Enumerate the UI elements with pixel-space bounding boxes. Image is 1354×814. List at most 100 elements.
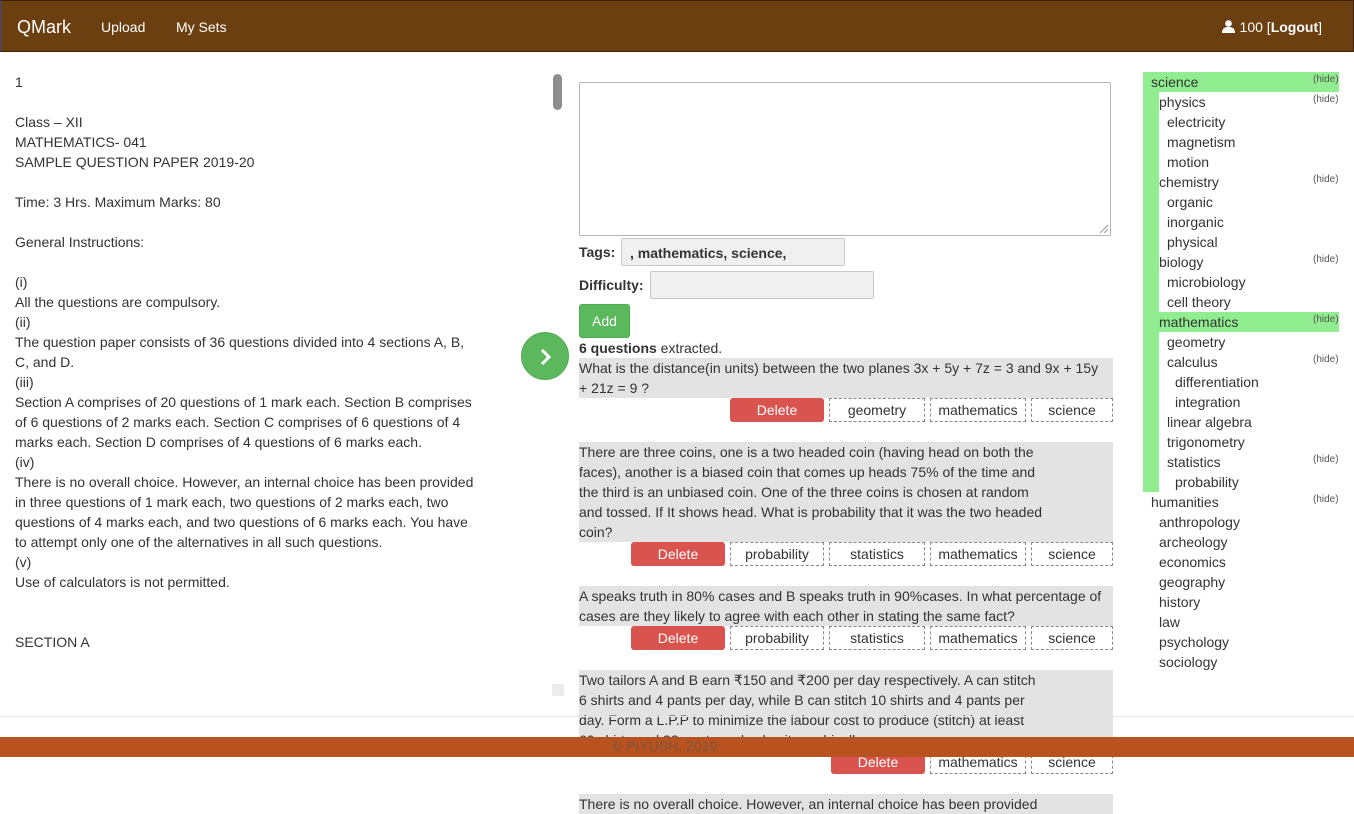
delete-question-button[interactable]: Delete	[631, 542, 725, 566]
document-line: to attempt only one of the alternatives …	[15, 534, 383, 550]
question-line: day. Form a L.P.P to minimize the labour…	[579, 712, 1025, 728]
tree-node-economics[interactable]: economics	[1159, 552, 1226, 572]
tree-node-psychology[interactable]: psychology	[1159, 632, 1229, 652]
chevron-right-icon	[540, 348, 552, 366]
tree-node-trigonometry[interactable]: trigonometry	[1167, 432, 1245, 452]
scroll-corner	[552, 684, 564, 696]
document-line: 1	[15, 74, 23, 90]
tree-node-history[interactable]: history	[1159, 592, 1200, 612]
question-line: What is the distance(in units) between t…	[579, 360, 1099, 376]
add-button[interactable]: Add	[579, 304, 630, 338]
user-id-label: 100	[1239, 19, 1263, 35]
logout-link[interactable]: Logout	[1271, 19, 1318, 35]
tag-chip-mathematics[interactable]: mathematics	[930, 626, 1026, 650]
document-scrollbar[interactable]	[553, 74, 562, 110]
document-line	[15, 172, 490, 192]
document-line: questions of 4 marks each, and two quest…	[15, 514, 468, 530]
tag-chip-mathematics[interactable]: mathematics	[930, 398, 1026, 422]
extracted-question: There are three coins, one is a two head…	[579, 442, 1113, 542]
tree-node-statistics[interactable]: statistics	[1167, 452, 1221, 472]
tree-node-microbiology[interactable]: microbiology	[1167, 272, 1246, 292]
tree-node-linear-algebra[interactable]: linear algebra	[1167, 412, 1252, 432]
document-line: C, and D.	[15, 354, 75, 370]
tree-node-mathematics[interactable]: mathematics	[1159, 312, 1238, 332]
hide-toggle[interactable]: (hide)	[1313, 73, 1354, 87]
tree-node-physical[interactable]: physical	[1167, 232, 1218, 252]
hide-toggle[interactable]: (hide)	[1313, 253, 1354, 267]
question-line: Two tailors A and B earn ₹150 and ₹200 p…	[579, 672, 1036, 688]
document-line: SECTION A	[15, 634, 90, 650]
tree-node-cell-theory[interactable]: cell theory	[1167, 292, 1231, 312]
tree-node-geometry[interactable]: geometry	[1167, 332, 1225, 352]
nav-my-sets-link[interactable]: My Sets	[176, 19, 227, 35]
footer-divider	[0, 716, 1354, 717]
tag-chip-probability[interactable]: probability	[730, 626, 824, 650]
tag-chip-mathematics[interactable]: mathematics	[930, 542, 1026, 566]
tree-node-law[interactable]: law	[1159, 612, 1180, 632]
tree-node-organic[interactable]: organic	[1167, 192, 1213, 212]
hide-toggle[interactable]: (hide)	[1313, 453, 1354, 467]
difficulty-label: Difficulty:	[579, 277, 644, 293]
hide-toggle[interactable]: (hide)	[1313, 93, 1354, 107]
hide-toggle[interactable]: (hide)	[1313, 313, 1354, 327]
tree-node-probability[interactable]: probability	[1175, 472, 1239, 492]
document-line	[15, 92, 490, 112]
document-line: (i)	[15, 274, 28, 290]
tags-input[interactable]: , mathematics, science,	[621, 238, 845, 266]
tree-node-chemistry[interactable]: chemistry	[1159, 172, 1219, 192]
hide-toggle[interactable]: (hide)	[1313, 173, 1354, 187]
resize-handle-icon[interactable]	[1097, 222, 1109, 234]
extracted-question: A speaks truth in 80% cases and B speaks…	[579, 586, 1113, 626]
tree-node-differentiation[interactable]: differentiation	[1175, 372, 1259, 392]
tag-chip-geometry[interactable]: geometry	[829, 398, 925, 422]
tag-chip-statistics[interactable]: statistics	[829, 542, 925, 566]
tree-node-archeology[interactable]: archeology	[1159, 532, 1228, 552]
document-line: Use of calculators is not permitted.	[15, 574, 230, 590]
document-line: (ii)	[15, 314, 31, 330]
question-textarea[interactable]	[579, 82, 1111, 236]
tag-chip-statistics[interactable]: statistics	[829, 626, 925, 650]
tree-node-science[interactable]: science	[1151, 72, 1198, 92]
tag-chip-science[interactable]: science	[1031, 542, 1113, 566]
next-button[interactable]	[521, 332, 569, 380]
tree-node-integration[interactable]: integration	[1175, 392, 1240, 412]
tree-node-magnetism[interactable]: magnetism	[1167, 132, 1235, 152]
document-text-panel: 1 Class – XII MATHEMATICS- 041 SAMPLE QUEST…	[15, 72, 490, 652]
tree-node-anthropology[interactable]: anthropology	[1159, 512, 1240, 532]
document-line: General Instructions:	[15, 234, 145, 250]
tree-node-sociology[interactable]: sociology	[1159, 652, 1217, 672]
document-line	[15, 252, 490, 272]
tree-node-motion[interactable]: motion	[1167, 152, 1209, 172]
brand-link[interactable]: QMark	[17, 17, 71, 38]
extracted-suffix: extracted.	[656, 340, 723, 356]
question-line: faces), another is a biased coin that co…	[579, 464, 1036, 480]
extracted-count: 6 questions extracted.	[579, 340, 722, 356]
tag-chip-probability[interactable]: probability	[730, 542, 824, 566]
question-line: cases are they likely to agree with each…	[579, 608, 1015, 624]
difficulty-input[interactable]	[650, 271, 874, 299]
question-line: There is no overall choice. However, an …	[579, 796, 1038, 812]
tag-chip-science[interactable]: science	[1031, 398, 1113, 422]
tree-node-inorganic[interactable]: inorganic	[1167, 212, 1224, 232]
mathematics-subtree-bar	[1151, 312, 1159, 492]
document-line: SAMPLE QUESTION PAPER 2019-20	[15, 154, 255, 170]
delete-question-button[interactable]: Delete	[631, 626, 725, 650]
extracted-question: What is the distance(in units) between t…	[579, 358, 1113, 398]
tree-node-physics[interactable]: physics	[1159, 92, 1206, 112]
tag-chip-science[interactable]: science	[1031, 626, 1113, 650]
question-line: + 21z = 9 ?	[579, 380, 650, 396]
question-count: 6 questions	[579, 340, 657, 356]
tree-node-humanities[interactable]: humanities	[1151, 492, 1219, 512]
hide-toggle[interactable]: (hide)	[1313, 353, 1354, 367]
document-line	[15, 612, 490, 632]
document-line: in three questions of 1 mark each, two q…	[15, 494, 449, 510]
tree-node-calculus[interactable]: calculus	[1167, 352, 1218, 372]
tree-node-biology[interactable]: biology	[1159, 252, 1203, 272]
nav-upload-link[interactable]: Upload	[101, 19, 145, 35]
tree-node-geography[interactable]: geography	[1159, 572, 1225, 592]
hide-toggle[interactable]: (hide)	[1313, 493, 1354, 507]
question-line: and tossed. If It shows head. What is pr…	[579, 504, 1043, 520]
tree-node-electricity[interactable]: electricity	[1167, 112, 1225, 132]
navbar: QMark Upload My Sets 100 [Logout]	[0, 0, 1354, 52]
delete-question-button[interactable]: Delete	[730, 398, 824, 422]
